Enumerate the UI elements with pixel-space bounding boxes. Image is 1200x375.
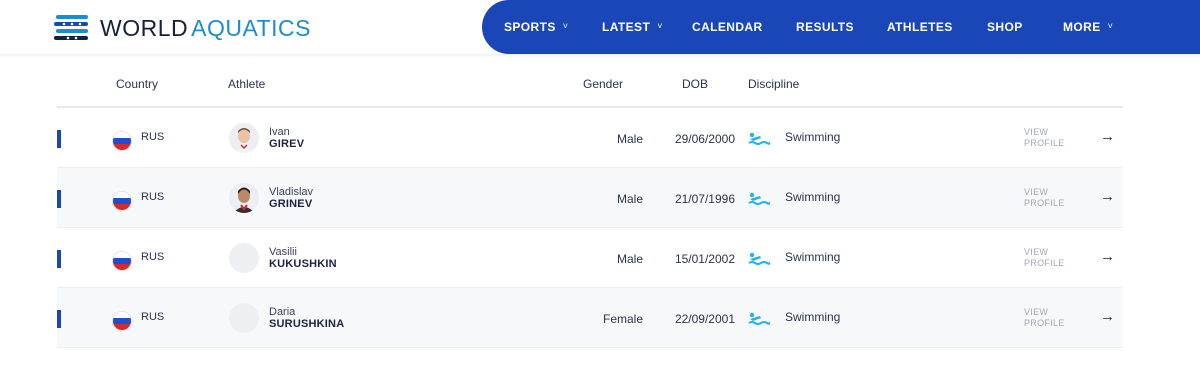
nav-item-latest[interactable]: LATEST ˅ [602, 0, 663, 54]
table-row[interactable]: RUS Vasilii KUKUSHKIN Male 15/01/2002 Sw… [57, 228, 1123, 288]
avatar-placeholder [229, 243, 259, 273]
swimming-icon [748, 132, 770, 145]
athlete-gender: Male [616, 192, 643, 206]
athlete-photo-icon [229, 123, 259, 153]
athlete-first-name: Vladislav [269, 186, 314, 198]
view-profile-line1: VIEW [1024, 127, 1049, 137]
chevron-down-icon: ˅ [657, 21, 663, 31]
nav-item-results[interactable]: RESULTS [796, 0, 854, 54]
athlete-last-name: SURUSHKINA [269, 318, 345, 330]
row-marker [57, 130, 61, 148]
athlete-dob: 15/01/2002 [674, 252, 735, 266]
athlete-dob: 22/09/2001 [674, 312, 735, 326]
athlete-name[interactable]: Ivan GIREV [269, 126, 304, 151]
column-header-dob[interactable]: DOB [682, 77, 708, 91]
column-header-country[interactable]: Country [116, 77, 158, 91]
row-marker [57, 190, 61, 208]
nav-label: RESULTS [796, 20, 854, 34]
header-shadow [0, 54, 1200, 58]
country-code: RUS [141, 131, 165, 143]
athlete-name[interactable]: Daria SURUSHKINA [269, 306, 344, 331]
athlete-first-name: Ivan [269, 126, 290, 138]
swimming-icon [748, 312, 770, 325]
athlete-gender: Male [616, 252, 643, 266]
table-row[interactable]: RUS Vladislav GRINEV Male 21/07/1996 Swi… [57, 168, 1123, 228]
nav-label: SHOP [987, 20, 1023, 34]
column-header-athlete[interactable]: Athlete [228, 77, 265, 91]
athlete-name[interactable]: Vladislav GRINEV [269, 186, 313, 211]
world-aquatics-logo[interactable]: WORLD AQUATICS [54, 12, 311, 44]
site-header: WORLD AQUATICS SPORTS ˅ LATEST ˅ CALENDAR… [0, 0, 1200, 56]
swimming-icon [748, 252, 770, 265]
nav-item-shop[interactable]: SHOP [987, 0, 1023, 54]
athlete-discipline: Swimming [785, 130, 841, 144]
country-code: RUS [141, 191, 165, 203]
avatar [229, 183, 259, 213]
view-profile-line1: VIEW [1024, 187, 1049, 197]
view-profile-link[interactable]: VIEW PROFILE [1024, 247, 1065, 269]
column-header-discipline[interactable]: Discipline [748, 77, 799, 91]
arrow-right-icon[interactable]: → [1100, 188, 1115, 205]
arrow-right-icon[interactable]: → [1100, 128, 1115, 145]
view-profile-line2: PROFILE [1024, 138, 1065, 148]
view-profile-link[interactable]: VIEW PROFILE [1024, 307, 1065, 329]
swimming-icon [748, 192, 770, 205]
country-code: RUS [141, 311, 165, 323]
row-marker [57, 310, 61, 328]
view-profile-line1: VIEW [1024, 247, 1049, 257]
logo-word-world: WORLD [100, 14, 189, 41]
nav-item-sports[interactable]: SPORTS ˅ [504, 0, 568, 54]
chevron-down-icon: ˅ [1107, 21, 1114, 31]
russia-flag-icon [113, 132, 131, 150]
athlete-name[interactable]: Vasilii KUKUSHKIN [269, 246, 337, 271]
athlete-last-name: GRINEV [269, 198, 313, 210]
nav-label: CALENDAR [692, 20, 763, 34]
arrow-right-icon[interactable]: → [1100, 308, 1115, 325]
country-code: RUS [141, 251, 165, 263]
logo-word-aquatics: AQUATICS [191, 14, 311, 41]
athlete-gender: Male [616, 132, 643, 146]
view-profile-line1: VIEW [1024, 307, 1049, 317]
avatar-placeholder [229, 303, 259, 333]
avatar [229, 123, 259, 153]
athlete-first-name: Daria [269, 306, 296, 318]
chevron-down-icon: ˅ [562, 21, 569, 31]
table-row[interactable]: RUS Daria SURUSHKINA Female 22/09/2001 S… [57, 288, 1123, 348]
view-profile-link[interactable]: VIEW PROFILE [1024, 187, 1065, 209]
nav-label: LATEST [602, 20, 651, 34]
view-profile-line2: PROFILE [1024, 258, 1065, 268]
logo-mark-icon [54, 15, 88, 40]
russia-flag-icon [113, 312, 131, 330]
athlete-gender: Female [602, 312, 643, 326]
table-header: Country Athlete Gender DOB Discipline [57, 60, 1123, 108]
row-marker [57, 250, 61, 268]
view-profile-link[interactable]: VIEW PROFILE [1024, 127, 1065, 149]
athlete-last-name: GIREV [269, 138, 305, 150]
nav-label: ATHLETES [887, 20, 953, 34]
athlete-dob: 29/06/2000 [674, 132, 735, 146]
nav-label: SPORTS [504, 20, 556, 34]
nav-item-more[interactable]: MORE ˅ [1063, 0, 1113, 54]
russia-flag-icon [113, 252, 131, 270]
athlete-discipline: Swimming [785, 250, 841, 264]
arrow-right-icon[interactable]: → [1100, 248, 1115, 265]
athlete-discipline: Swimming [785, 310, 841, 324]
logo-text: WORLD AQUATICS [100, 14, 311, 41]
table-row[interactable]: RUS Ivan GIREV Male 29/06/2000 Swimming … [57, 108, 1123, 168]
nav-item-athletes[interactable]: ATHLETES [887, 0, 953, 54]
main-nav: SPORTS ˅ LATEST ˅ CALENDAR RESULTS ATHLE… [482, 0, 1200, 54]
athlete-photo-icon [229, 183, 259, 213]
athlete-last-name: KUKUSHKIN [269, 258, 337, 270]
view-profile-line2: PROFILE [1024, 198, 1065, 208]
column-header-gender[interactable]: Gender [583, 77, 623, 91]
athletes-table: Country Athlete Gender DOB Discipline RU… [57, 60, 1123, 348]
nav-label: MORE [1063, 20, 1101, 34]
athlete-first-name: Vasilii [269, 246, 297, 258]
nav-item-calendar[interactable]: CALENDAR [692, 0, 763, 54]
russia-flag-icon [113, 192, 131, 210]
view-profile-line2: PROFILE [1024, 318, 1065, 328]
athlete-discipline: Swimming [785, 190, 841, 204]
athlete-dob: 21/07/1996 [674, 192, 735, 206]
